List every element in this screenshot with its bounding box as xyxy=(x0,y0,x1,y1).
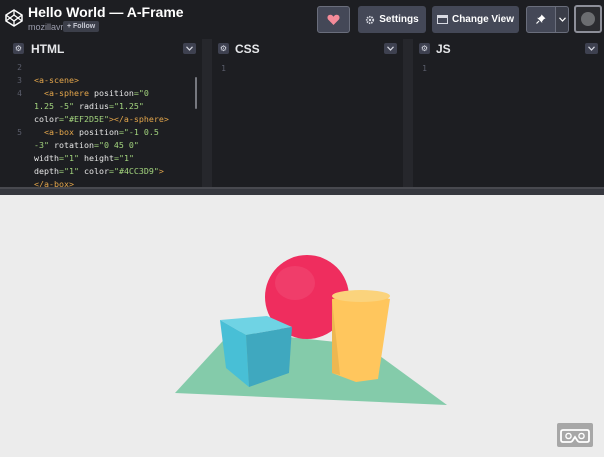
code-line: -3" rotation="0 45 0" xyxy=(34,139,139,152)
code-token: <a-sphere xyxy=(34,88,94,98)
html-scrollbar[interactable] xyxy=(195,77,197,109)
code-token: ="-1 0.5 xyxy=(118,127,159,137)
pin-icon xyxy=(536,14,546,24)
css-pane-title: CSS xyxy=(235,42,260,56)
html-pane: ⚙ HTML 2 3 4 5 <a-scene> <a-sphere position… xyxy=(0,39,202,187)
code-token: <a-scene> xyxy=(34,75,79,85)
scene-canvas[interactable] xyxy=(0,195,604,452)
pen-title: Hello World — A-Frame xyxy=(28,4,184,20)
pin-button[interactable] xyxy=(526,6,556,33)
avatar[interactable] xyxy=(574,5,602,33)
code-token: ="1" xyxy=(113,153,134,163)
chevron-down-icon xyxy=(387,46,394,51)
code-token: radius xyxy=(78,101,109,111)
pin-dropdown-button[interactable] xyxy=(556,6,569,33)
css-code-editor[interactable]: 1 xyxy=(212,59,403,187)
code-line: depth="1" color="#4CC3D9"> xyxy=(34,165,164,178)
vr-mode-button[interactable] xyxy=(557,423,593,447)
code-token: ></a-sphere> xyxy=(108,114,169,124)
settings-label: Settings xyxy=(379,14,419,25)
code-token: ="1" xyxy=(58,153,84,163)
css-line-number: 1 xyxy=(221,64,226,73)
js-dropdown-button[interactable] xyxy=(585,43,598,54)
code-token: -3" xyxy=(34,140,54,150)
code-token: <a-box xyxy=(34,127,79,137)
html-dropdown-button[interactable] xyxy=(183,43,196,54)
css-dropdown-button[interactable] xyxy=(384,43,397,54)
code-token: 1.25 -5" xyxy=(34,101,79,111)
top-bar: Hello World — A-Frame mozillavr + Follow… xyxy=(0,0,604,39)
pane-divider[interactable] xyxy=(403,39,413,187)
code-line: 1.25 -5" radius="1.25" xyxy=(34,100,144,113)
code-token: ="0 45 0" xyxy=(93,140,139,150)
editor-panes: ⚙ HTML 2 3 4 5 <a-scene> <a-sphere position… xyxy=(0,39,604,187)
code-token: position xyxy=(78,127,119,137)
js-pane-title: JS xyxy=(436,42,451,56)
author-link[interactable]: mozillavr xyxy=(28,21,64,33)
code-line: width="1" height="1" xyxy=(34,152,134,165)
code-token: color xyxy=(83,166,109,176)
js-line-number: 1 xyxy=(422,64,427,73)
code-token: ="1" xyxy=(58,166,84,176)
css-pane-header: ⚙ CSS xyxy=(212,39,403,59)
html-code-editor[interactable]: 2345 <a-scene> <a-sphere position="0 1.25… xyxy=(0,59,202,187)
js-code-editor[interactable]: 1 xyxy=(413,59,604,187)
code-token: height xyxy=(83,153,114,163)
js-settings-icon[interactable]: ⚙ xyxy=(419,43,430,54)
html-line-numbers: 2 3 4 5 xyxy=(0,59,26,187)
js-pane-header: ⚙ JS xyxy=(413,39,604,59)
codepen-logo-icon[interactable] xyxy=(4,8,24,28)
html-pane-header: ⚙ HTML xyxy=(0,39,202,59)
code-token: rotation xyxy=(53,140,94,150)
code-token: color xyxy=(34,114,59,124)
code-line: </a-box> xyxy=(34,178,74,187)
heart-icon xyxy=(327,14,340,25)
settings-button[interactable]: Settings xyxy=(358,6,426,33)
html-line-number: 4 xyxy=(17,89,22,98)
code-token: ="0 xyxy=(133,88,149,98)
layout-icon xyxy=(436,15,448,24)
html-line-number: 3 xyxy=(17,76,22,85)
chevron-down-icon xyxy=(186,46,193,51)
code-token: width xyxy=(34,153,59,163)
chevron-down-icon xyxy=(558,17,566,22)
chevron-down-icon xyxy=(588,46,595,51)
heart-button[interactable] xyxy=(317,6,350,33)
change-view-button[interactable]: Change View xyxy=(432,6,519,33)
code-line: color="#EF2D5E"></a-sphere> xyxy=(34,113,169,126)
code-token: ="#4CC3D9" xyxy=(108,166,159,176)
code-token: position xyxy=(93,88,134,98)
css-settings-icon[interactable]: ⚙ xyxy=(218,43,229,54)
html-line-number: 2 xyxy=(17,63,22,72)
follow-button[interactable]: + Follow xyxy=(63,21,100,32)
gear-icon xyxy=(366,15,375,24)
change-view-label: Change View xyxy=(451,14,515,25)
aframe-scene-preview[interactable] xyxy=(0,195,604,452)
css-pane: ⚙ CSS 1 xyxy=(212,39,403,187)
code-token: </a-box> xyxy=(34,179,74,187)
html-line-number: 5 xyxy=(17,128,22,137)
code-token: > xyxy=(158,166,164,176)
code-token: ="#EF2D5E" xyxy=(58,114,109,124)
code-line: <a-box position="-1 0.5 xyxy=(34,126,159,139)
code-line: <a-sphere position="0 xyxy=(34,87,149,100)
avatar-image xyxy=(581,12,595,26)
code-line: <a-scene> xyxy=(34,74,79,87)
html-settings-icon[interactable]: ⚙ xyxy=(13,43,24,54)
js-pane: ⚙ JS 1 xyxy=(413,39,604,187)
code-token: ="1.25" xyxy=(108,101,144,111)
code-token: depth xyxy=(34,166,59,176)
pane-divider[interactable] xyxy=(202,39,212,187)
resize-handle[interactable] xyxy=(0,187,604,189)
vr-headset-icon xyxy=(560,429,590,443)
html-pane-title: HTML xyxy=(31,42,65,56)
